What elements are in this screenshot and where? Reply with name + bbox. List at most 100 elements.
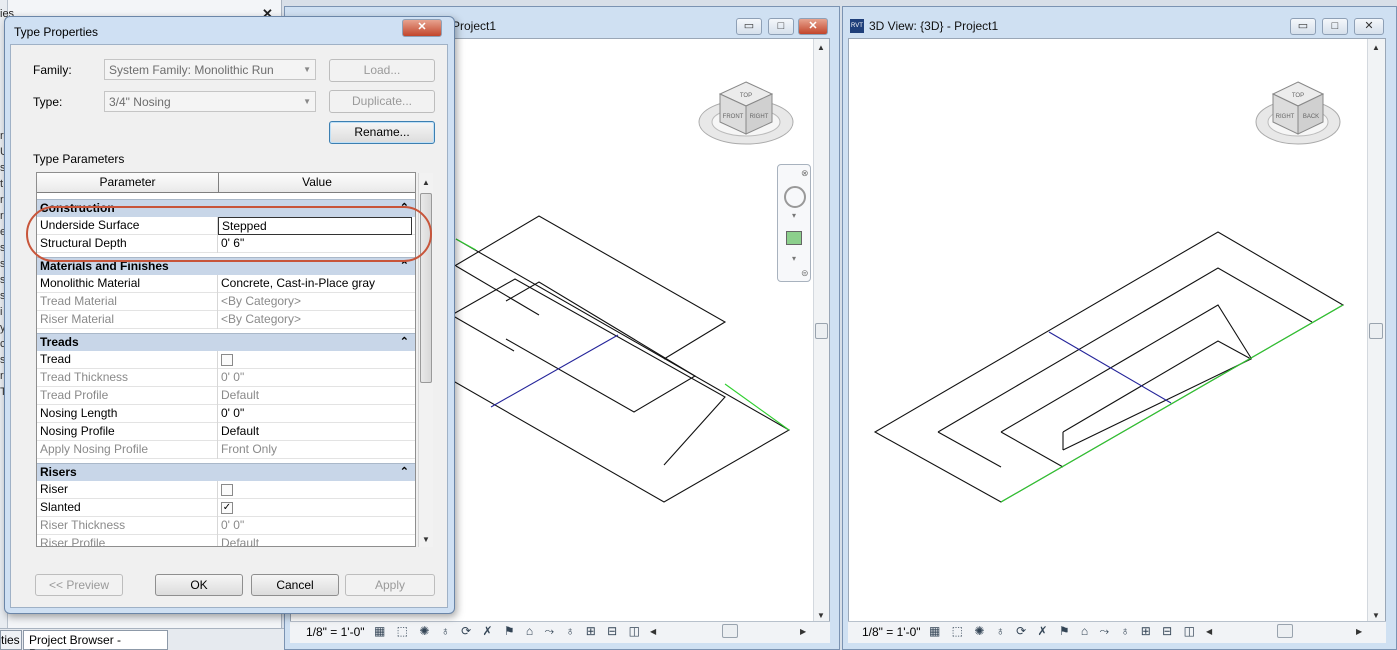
view-scale-left[interactable]: 1/8" = 1'-0" [306,625,365,639]
hscroll-thumb-right[interactable] [1277,624,1293,638]
param-name: Monolithic Material [40,276,141,290]
view-control-icons-left[interactable]: ▦ ⬚ ✺ ♁ ⟳ ✗ ⚑ ⌂ ⤳ ♁ ⊞ ⊟ ◫ [374,624,644,639]
view-scale-right[interactable]: 1/8" = 1'-0" [862,625,921,639]
column-header-value[interactable]: Value [218,173,415,193]
param-name: Tread [40,352,71,366]
hscroll-right-arrow-right[interactable]: ▶ [1356,627,1362,636]
param-row-tread-material[interactable]: Tread Material <By Category> [37,293,415,311]
rename-button[interactable]: Rename... [329,121,435,144]
param-name: Nosing Length [40,406,118,420]
param-row-riser-material[interactable]: Riser Material <By Category> [37,311,415,329]
scroll-up-arrow-right[interactable]: ▲ [1370,43,1382,52]
scroll-thumb-right[interactable] [1369,323,1383,339]
minimize-button-right[interactable]: ▭ [1290,18,1316,35]
param-value[interactable]: Concrete, Cast-in-Place gray [221,275,415,292]
family-label: Family: [33,63,72,77]
param-value[interactable]: <By Category> [221,293,415,310]
maximize-button-left[interactable]: □ [768,18,794,35]
param-value[interactable]: Default [221,387,415,404]
type-value: 3/4" Nosing [109,95,171,109]
hscroll-right-arrow-left[interactable]: ▶ [800,627,806,636]
slanted-checkbox[interactable]: ✓ [221,502,233,514]
navbar-close-icon[interactable]: ⊗ [801,168,809,179]
param-name: Riser Material [40,312,115,326]
load-button[interactable]: Load... [329,59,435,82]
viewcube-left[interactable]: TOP FRONT RIGHT [698,78,796,158]
param-row-nosing-profile[interactable]: Nosing Profile Default [37,423,415,441]
minimize-button-left[interactable]: ▭ [736,18,762,35]
dialog-close-button[interactable]: ✕ [402,19,442,37]
param-value[interactable]: Default [221,535,415,546]
collapse-icon[interactable]: ⌃ [400,464,409,480]
steering-wheel-icon[interactable] [784,186,806,208]
rvt-file-icon: RVT [850,19,864,33]
param-value[interactable]: Front Only [221,441,415,458]
view-control-icons-right[interactable]: ▦ ⬚ ✺ ♁ ⟳ ✗ ⚑ ⌂ ⤳ ♁ ⊞ ⊟ ◫ [929,624,1199,639]
scroll-down-arrow-right[interactable]: ▼ [1370,611,1382,620]
param-name: Nosing Profile [40,424,115,438]
group-risers[interactable]: Risers ⌃ [37,463,415,481]
viewcube-right[interactable]: TOP RIGHT BACK [1253,76,1343,156]
param-row-tread-thickness[interactable]: Tread Thickness 0' 0" [37,369,415,387]
collapse-icon[interactable]: ⌃ [400,334,409,350]
scroll-thumb-left[interactable] [815,323,828,339]
param-row-monolithic-material[interactable]: Monolithic Material Concrete, Cast-in-Pla… [37,275,415,293]
viewcube-face-right-right[interactable]: RIGHT [1276,114,1295,120]
apply-button[interactable]: Apply [345,574,435,596]
cancel-button[interactable]: Cancel [251,574,339,596]
chevron-down-icon[interactable]: ▾ [792,211,796,220]
zoom-region-icon[interactable] [786,231,802,245]
param-value[interactable]: <By Category> [221,311,415,328]
family-dropdown[interactable]: System Family: Monolithic Run ▼ [104,59,316,80]
tread-checkbox[interactable] [221,354,233,366]
param-row-nosing-length[interactable]: Nosing Length 0' 0" [37,405,415,423]
param-row-apply-nosing-profile[interactable]: Apply Nosing Profile Front Only [37,441,415,459]
riser-checkbox[interactable] [221,484,233,496]
scroll-up-arrow-left[interactable]: ▲ [815,43,827,52]
group-treads[interactable]: Treads ⌃ [37,333,415,351]
grid-scroll-down-arrow[interactable]: ▼ [421,535,431,544]
duplicate-button[interactable]: Duplicate... [329,90,435,113]
viewcube-face-right-left[interactable]: RIGHT [750,114,769,120]
param-row-riser-profile[interactable]: Riser Profile Default [37,535,415,547]
navigation-bar [777,164,811,282]
hscroll-left-arrow-right[interactable]: ◀ [1206,627,1212,636]
param-name: Tread Profile [40,388,109,402]
hscroll-thumb-left[interactable] [722,624,738,638]
annotation-highlight-ellipse [26,206,432,262]
param-row-tread[interactable]: Tread [37,351,415,369]
chevron-down-icon[interactable]: ▾ [792,254,796,263]
viewcube-face-top-right[interactable]: TOP [1292,93,1304,99]
maximize-button-right[interactable]: □ [1322,18,1348,35]
viewcube-face-back-right[interactable]: BACK [1303,114,1319,120]
param-row-tread-profile[interactable]: Tread Profile Default [37,387,415,405]
chevron-down-icon: ▼ [303,65,311,74]
tab-properties[interactable]: ties [0,630,22,650]
param-value[interactable]: 0' 0" [221,517,415,534]
type-parameters-label: Type Parameters [33,152,125,166]
param-value[interactable]: Default [221,423,415,440]
param-name: Riser Profile [40,536,106,547]
param-name: Slanted [40,500,81,514]
tab-project-browser[interactable]: Project Browser - Project1 [23,630,168,650]
param-name: Riser Thickness [40,518,126,532]
type-dropdown[interactable]: 3/4" Nosing ▼ [104,91,316,112]
ok-button[interactable]: OK [155,574,243,596]
grid-scroll-up-arrow[interactable]: ▲ [421,178,431,187]
close-button-left[interactable]: ✕ [798,18,828,35]
navbar-options-icon[interactable]: ⊜ [801,268,809,279]
viewcube-face-front-left[interactable]: FRONT [723,114,744,120]
param-name: Riser [40,482,69,496]
scroll-down-arrow-left[interactable]: ▼ [815,611,827,620]
param-row-riser[interactable]: Riser [37,481,415,499]
param-row-riser-thickness[interactable]: Riser Thickness 0' 0" [37,517,415,535]
hscroll-left-arrow-left[interactable]: ◀ [650,627,656,636]
param-row-slanted[interactable]: Slanted ✓ [37,499,415,517]
column-header-parameter[interactable]: Parameter [37,173,218,193]
param-value[interactable]: 0' 0" [221,405,415,422]
group-label: Treads [40,335,79,349]
preview-button[interactable]: << Preview [35,574,123,596]
param-value[interactable]: 0' 0" [221,369,415,386]
viewcube-face-top-left[interactable]: TOP [740,93,752,99]
close-button-right[interactable]: ✕ [1354,18,1384,35]
